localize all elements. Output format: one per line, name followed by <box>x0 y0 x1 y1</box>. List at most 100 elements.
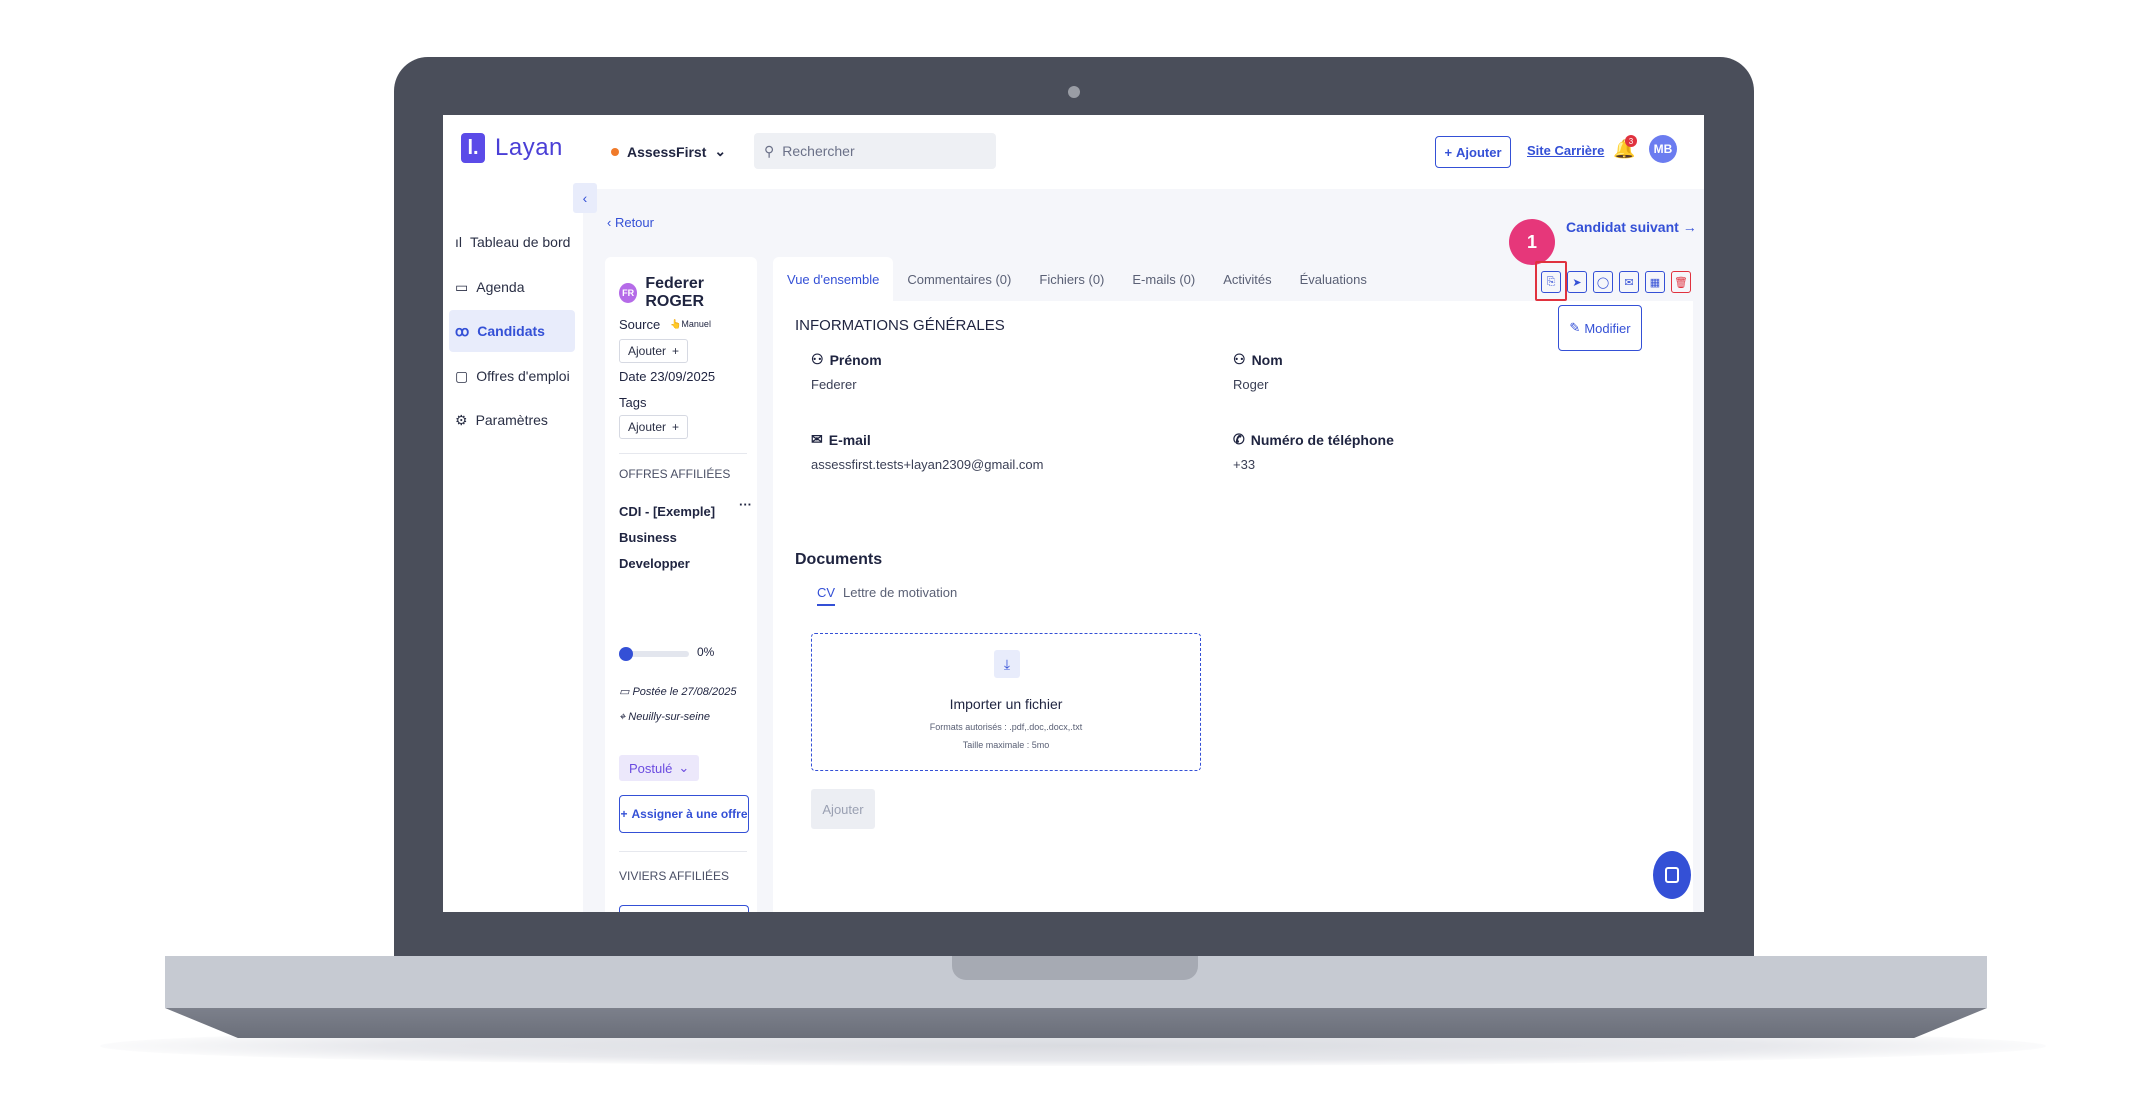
send-icon[interactable]: ➤ <box>1567 271 1587 293</box>
logo[interactable]: l. Layan <box>461 133 563 163</box>
screen: l. Layan AssessFirst ⌄ ⚲ Rechercher + Aj… <box>443 115 1704 912</box>
offers-title: OFFRES AFFILIÉES <box>619 467 731 481</box>
sidebar-item-settings[interactable]: ⚙ Paramètres <box>449 399 575 441</box>
avatar[interactable]: MB <box>1649 135 1677 163</box>
tab-files[interactable]: Fichiers (0) <box>1025 257 1118 301</box>
sidebar-item-jobs[interactable]: ▢ Offres d'emploi <box>449 355 575 397</box>
source-label: Source <box>619 317 661 332</box>
back-link[interactable]: ‹ Retour <box>607 215 654 230</box>
career-site-link[interactable]: Site Carrière <box>1527 143 1604 158</box>
status-label: Postulé <box>629 760 673 776</box>
email-value[interactable]: assessfirst.tests+layan2309@gmail.com <box>811 457 1044 472</box>
action-icons: ⎘ ➤ ◯ ✉ ▦ 🗑 <box>1541 271 1691 293</box>
next-candidate-link[interactable]: Candidat suivant → <box>1566 219 1697 235</box>
tab-emails[interactable]: E-mails (0) <box>1118 257 1209 301</box>
tab-evaluations[interactable]: Évaluations <box>1286 257 1381 301</box>
status-dropdown[interactable]: Postulé ⌄ <box>619 755 700 781</box>
pools-title: VIVIERS AFFILIÉES <box>619 869 730 883</box>
offer-name-line: Business <box>619 530 677 545</box>
sidebar-item-candidates[interactable]: ꝏ Candidats <box>449 310 575 352</box>
plus-icon: + <box>672 420 680 434</box>
user-icon: ⚇ <box>811 351 824 367</box>
gear-icon: ⚙ <box>455 411 468 428</box>
add-button[interactable]: + Ajouter <box>1435 136 1511 168</box>
back-link-label: Retour <box>614 215 654 230</box>
import-title: Importer un fichier <box>949 696 1063 712</box>
offer-progress <box>619 647 689 661</box>
laptop-base-bottom <box>165 1008 1987 1038</box>
next-candidate-label: Candidat suivant <box>1566 219 1679 235</box>
source-row: Source 👆Manuel <box>619 317 711 332</box>
plus-icon: + <box>620 807 628 821</box>
mail-icon[interactable]: ✉ <box>1619 271 1639 293</box>
mail-icon: ✉ <box>811 431 823 447</box>
chevron-down-icon: ⌄ <box>678 760 690 775</box>
calendar-icon: ▭ <box>455 278 469 295</box>
tab-comments[interactable]: Commentaires (0) <box>893 257 1025 301</box>
company-logo-icon <box>611 147 619 156</box>
pin-icon: ⌖ <box>619 711 626 723</box>
add-tag-chip[interactable]: Ajouter + <box>619 415 689 439</box>
company-switcher[interactable]: AssessFirst ⌄ <box>611 143 726 160</box>
source-value: 👆Manuel <box>670 319 711 329</box>
main-panel: Vue d'ensemble Commentaires (0) Fichiers… <box>773 219 1693 912</box>
sidebar-item-label: Candidats <box>477 323 545 339</box>
chat-icon <box>1665 867 1679 883</box>
plus-icon: + <box>1444 144 1453 160</box>
pencil-icon: ✎ <box>1569 320 1581 335</box>
date-value: 23/09/2025 <box>650 369 716 384</box>
tag-icon[interactable]: ◯ <box>1593 271 1613 293</box>
search-icon: ⚲ <box>764 142 775 159</box>
date-row: Date 23/09/2025 <box>619 369 715 384</box>
briefcase-icon: ▢ <box>455 367 469 384</box>
file-export-icon[interactable]: ⎘ <box>1541 271 1561 293</box>
add-button-label: Ajouter <box>1456 144 1502 160</box>
first-name-label: ⚇ Prénom <box>811 351 882 368</box>
arrow-right-icon: → <box>1682 219 1697 235</box>
edit-button[interactable]: ✎ Modifier <box>1558 305 1642 351</box>
candidate-header: FR Federer ROGER <box>619 275 757 311</box>
search-input[interactable]: ⚲ Rechercher <box>754 133 996 169</box>
tab-overview[interactable]: Vue d'ensemble <box>773 257 894 301</box>
file-dropzone[interactable]: ⤓ Importer un fichier Formats autorisés … <box>811 633 1201 771</box>
formats-text: Formats autorisés : .pdf,.doc,.docx,.txt <box>929 722 1083 732</box>
first-name-value: Federer <box>811 377 857 392</box>
calendar-icon[interactable]: ▦ <box>1645 271 1665 293</box>
stage: l. Layan AssessFirst ⌄ ⚲ Rechercher + Aj… <box>0 0 2132 1112</box>
add-document-button[interactable]: Ajouter <box>811 789 875 829</box>
sidebar: ıl Tableau de bord ▭ Agenda ꝏ Candidats … <box>443 189 583 912</box>
sidebar-item-agenda[interactable]: ▭ Agenda <box>449 266 575 308</box>
doc-tab-cv[interactable]: CV <box>817 585 836 606</box>
max-size-text: Taille maximale : 5mo <box>962 740 1050 750</box>
more-icon[interactable]: ··· <box>739 497 752 512</box>
assign-offer-button[interactable]: + Assigner à une offre <box>619 795 749 833</box>
notification-badge: 3 <box>1625 135 1637 147</box>
chevron-left-icon: ‹ <box>582 190 588 206</box>
progress-value: 0% <box>697 645 715 659</box>
sidebar-item-dashboard[interactable]: ıl Tableau de bord <box>449 221 575 263</box>
add-source-label: Ajouter <box>628 344 667 358</box>
email-label: ✉ E-mail <box>811 431 871 448</box>
doc-tab-cover-letter[interactable]: Lettre de motivation <box>843 585 957 600</box>
search-placeholder: Rechercher <box>782 143 855 159</box>
documents-title: Documents <box>795 551 883 568</box>
chat-button[interactable] <box>1653 851 1691 899</box>
last-name-label: ⚇ Nom <box>1233 351 1283 368</box>
trash-icon[interactable]: 🗑 <box>1671 271 1691 293</box>
step-marker: 1 <box>1509 219 1555 265</box>
edit-button-label: Modifier <box>1584 320 1631 336</box>
sidebar-item-label: Paramètres <box>475 412 548 428</box>
tab-activities[interactable]: Activités <box>1209 257 1285 301</box>
add-tag-label: Ajouter <box>628 420 667 434</box>
laptop-notch <box>952 956 1198 980</box>
offer-name[interactable]: CDI - [Exemple] Business Developper <box>619 499 715 577</box>
bar-chart-icon: ıl <box>455 234 462 250</box>
add-pool-button[interactable] <box>619 905 749 912</box>
phone-value[interactable]: +33 <box>1233 457 1255 472</box>
add-source-chip[interactable]: Ajouter + <box>619 339 689 363</box>
sidebar-item-label: Agenda <box>476 279 525 295</box>
logo-text: Layan <box>495 134 563 161</box>
offer-name-line: CDI - [Exemple] <box>619 504 716 519</box>
collapse-sidebar-button[interactable]: ‹ <box>573 183 597 213</box>
plus-icon: + <box>672 344 680 358</box>
